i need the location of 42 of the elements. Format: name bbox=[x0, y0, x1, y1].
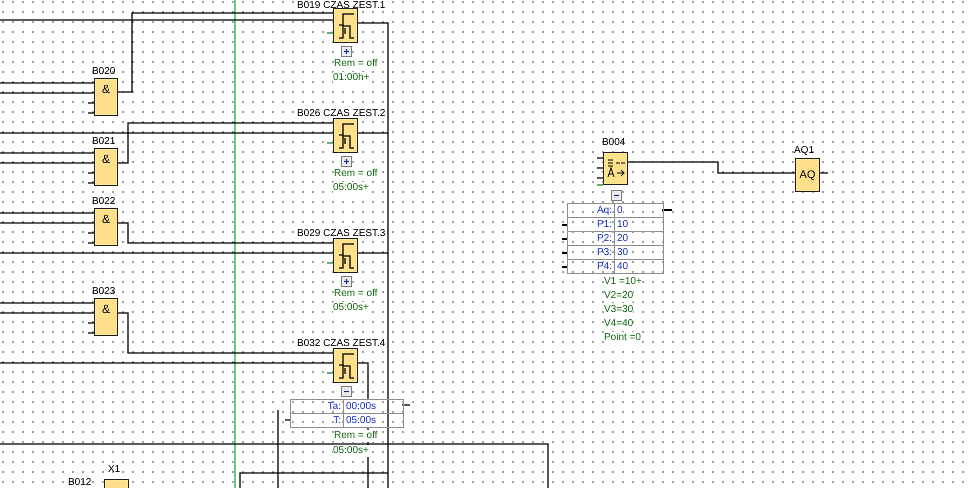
function-block[interactable] bbox=[104, 479, 129, 488]
time-text: 05:00s+ bbox=[333, 445, 369, 457]
and-gate[interactable]: & bbox=[94, 78, 118, 116]
block-label: B004 bbox=[602, 137, 626, 148]
timer-block[interactable] bbox=[333, 348, 358, 383]
expand-button[interactable] bbox=[341, 156, 352, 167]
value-text: Point =0 bbox=[604, 332, 641, 344]
collapse-button[interactable] bbox=[611, 190, 622, 201]
time-text: 05:00s+ bbox=[333, 302, 369, 314]
block-label: B023 bbox=[92, 286, 116, 297]
block-label: AQ1 bbox=[794, 145, 814, 156]
parameter-value[interactable]: 20 bbox=[615, 232, 628, 245]
and-gate[interactable]: & bbox=[94, 208, 118, 246]
remanence-text: Rem = off bbox=[334, 430, 378, 442]
block-label: B029 CZAS ZEST.3 bbox=[297, 228, 386, 239]
and-gate[interactable]: & bbox=[94, 298, 118, 336]
time-text: 05:00s+ bbox=[333, 182, 369, 194]
plus-icon bbox=[342, 47, 351, 56]
time-text: 01:00h+ bbox=[333, 72, 370, 84]
parameter-value[interactable]: 40 bbox=[615, 260, 628, 273]
parameter-value[interactable]: 00:00s bbox=[344, 400, 376, 413]
block-label: B026 CZAS ZEST.2 bbox=[297, 108, 386, 119]
timer-block[interactable] bbox=[333, 118, 358, 153]
value-text: V2=20 bbox=[604, 290, 634, 302]
value-text: V3=30 bbox=[604, 304, 634, 316]
analog-output-block[interactable]: AQ bbox=[795, 158, 820, 192]
plus-icon bbox=[342, 277, 351, 286]
block-label: B022 bbox=[92, 196, 116, 207]
block-label: B032 CZAS ZEST.4 bbox=[297, 338, 386, 349]
expand-button[interactable] bbox=[341, 46, 352, 57]
block-label: B021 bbox=[92, 136, 116, 147]
block-label: B012 bbox=[68, 477, 92, 488]
plus-icon bbox=[342, 157, 351, 166]
parameter-value[interactable]: 05:00s bbox=[344, 414, 376, 427]
block-label: B020 bbox=[92, 66, 116, 77]
collapse-button[interactable] bbox=[341, 386, 352, 397]
and-gate[interactable]: & bbox=[94, 148, 118, 186]
expand-button[interactable] bbox=[341, 276, 352, 287]
timer-block[interactable] bbox=[333, 238, 358, 273]
analog-multiplexer-block[interactable] bbox=[603, 152, 628, 185]
timer-block[interactable] bbox=[333, 8, 358, 43]
block-label: X1 bbox=[108, 464, 120, 475]
